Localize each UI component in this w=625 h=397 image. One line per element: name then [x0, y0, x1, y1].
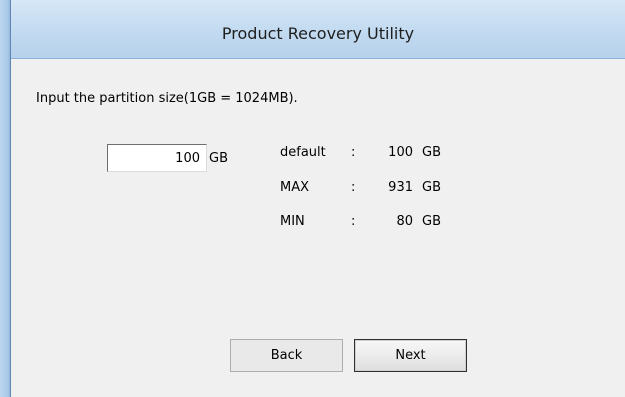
min-unit: GB: [422, 214, 441, 229]
default-unit: GB: [422, 145, 441, 160]
default-colon: :: [351, 145, 356, 160]
window-title: Product Recovery Utility: [221, 24, 415, 43]
recovery-window: Product Recovery Utility Input the parti…: [0, 0, 625, 397]
back-button[interactable]: Back: [230, 339, 343, 372]
dialog-content: Input the partition size(1GB = 1024MB). …: [11, 59, 625, 397]
min-colon: :: [351, 214, 356, 229]
max-unit: GB: [422, 180, 441, 195]
min-value: 80: [396, 214, 413, 229]
title-bar: Product Recovery Utility: [11, 0, 625, 59]
min-label: MIN: [280, 214, 305, 229]
default-value: 100: [388, 145, 413, 160]
max-value: 931: [388, 180, 413, 195]
partition-size-input[interactable]: [107, 144, 207, 172]
default-label: default: [280, 145, 326, 160]
partition-size-unit: GB: [209, 151, 228, 166]
max-colon: :: [351, 180, 356, 195]
max-label: MAX: [280, 180, 310, 195]
instruction-text: Input the partition size(1GB = 1024MB).: [36, 91, 298, 106]
next-button[interactable]: Next: [354, 339, 467, 372]
